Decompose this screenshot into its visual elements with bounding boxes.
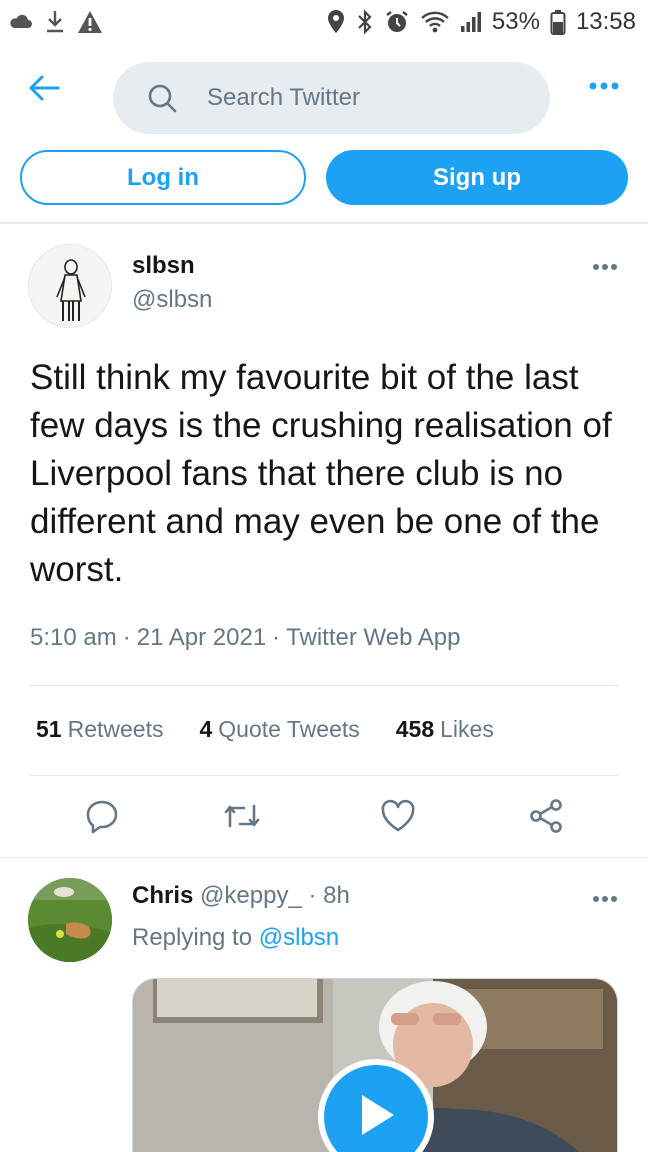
reply-tweet[interactable]: Chris @keppy_ · 8h Replying to @slbsn [0, 858, 648, 1152]
meta-separator: · [308, 882, 317, 909]
reply-avatar[interactable] [28, 878, 112, 962]
tweet-source[interactable]: Twitter Web App [286, 624, 460, 651]
warning-icon [76, 9, 104, 35]
meta-separator: · [122, 624, 131, 651]
reply-button[interactable] [82, 798, 122, 838]
tweet-time[interactable]: 5:10 am [30, 624, 117, 651]
search-box[interactable] [113, 62, 550, 134]
wifi-icon [420, 10, 450, 34]
cloud-icon [8, 12, 34, 32]
bluetooth-icon [356, 9, 374, 35]
back-button[interactable] [24, 70, 64, 110]
reply-time[interactable]: 8h [323, 882, 350, 909]
replying-prefix: Replying to [132, 924, 253, 951]
status-bar-left [8, 9, 104, 35]
quotes-stat[interactable]: 4 Quote Tweets [199, 716, 359, 743]
retweets-label: Retweets [67, 716, 164, 742]
video-media[interactable] [132, 978, 618, 1152]
author-avatar[interactable] [28, 244, 112, 328]
header-divider [0, 222, 648, 224]
tweet-stats: 51 Retweets 4 Quote Tweets 458 Likes [36, 716, 494, 743]
top-nav [0, 60, 648, 136]
more-options-button[interactable] [588, 78, 620, 96]
more-dots-icon [592, 890, 618, 907]
author-handle[interactable]: @slbsn [132, 286, 212, 314]
battery-icon [550, 9, 566, 35]
reply-more-button[interactable] [592, 890, 618, 908]
retweets-count: 51 [36, 716, 62, 742]
status-bar: 53% 13:58 [0, 0, 648, 44]
retweets-stat[interactable]: 51 Retweets [36, 716, 163, 743]
quotes-count: 4 [199, 716, 213, 742]
reply-author-name[interactable]: Chris [132, 882, 193, 909]
like-button[interactable] [378, 798, 418, 838]
tweet-meta: 5:10 am · 21 Apr 2021 · Twitter Web App [30, 624, 460, 652]
auth-buttons: Log in Sign up [20, 150, 628, 206]
author-name[interactable]: slbsn [132, 252, 195, 280]
replying-to: Replying to @slbsn [132, 924, 339, 952]
signal-icon [460, 10, 482, 34]
more-dots-icon [592, 258, 618, 275]
reply-author-handle[interactable]: @keppy_ [200, 882, 302, 909]
stats-divider-top [30, 685, 618, 686]
arrow-left-icon [28, 74, 60, 107]
signup-button[interactable]: Sign up [326, 150, 628, 205]
login-button[interactable]: Log in [20, 150, 306, 205]
quotes-label: Quote Tweets [218, 716, 360, 742]
status-bar-right: 53% 13:58 [326, 8, 636, 36]
meta-separator: · [272, 624, 281, 651]
tweet-text: Still think my favourite bit of the last… [30, 358, 612, 589]
tweet-actions [0, 798, 648, 838]
clock-time: 13:58 [575, 8, 636, 35]
location-icon [326, 9, 346, 35]
search-icon [147, 83, 177, 113]
likes-count: 458 [395, 716, 435, 742]
share-icon [528, 798, 564, 839]
heart-icon [380, 799, 416, 838]
search-input[interactable] [207, 84, 487, 112]
stats-divider-bottom [30, 775, 618, 776]
tweet-date[interactable]: 21 Apr 2021 [137, 624, 266, 651]
replying-to-link[interactable]: @slbsn [259, 924, 339, 951]
download-icon [44, 9, 66, 35]
retweet-button[interactable] [222, 798, 262, 838]
play-icon [354, 1091, 398, 1144]
alarm-icon [384, 9, 410, 35]
reply-icon [84, 798, 120, 839]
reply-header: Chris @keppy_ · 8h [132, 882, 350, 910]
more-dots-icon [588, 78, 620, 95]
share-button[interactable] [526, 798, 566, 838]
battery-percent: 53% [491, 8, 540, 35]
likes-label: Likes [440, 716, 494, 742]
retweet-icon [222, 798, 262, 839]
tweet-more-button[interactable] [592, 258, 618, 276]
likes-stat[interactable]: 458 Likes [396, 716, 494, 743]
